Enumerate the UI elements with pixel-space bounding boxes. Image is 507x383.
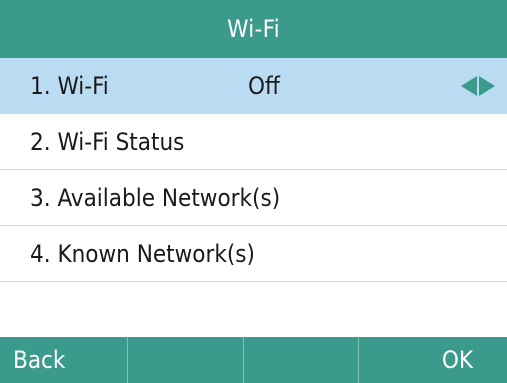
menu-item-available-networks[interactable]: 3. Available Network(s) (0, 170, 507, 226)
menu-item-label: 2. Wi-Fi Status (30, 127, 185, 156)
menu-item-label: 3. Available Network(s) (30, 183, 281, 212)
menu-item-label: 4. Known Network(s) (30, 239, 255, 268)
page-title: Wi-Fi (227, 15, 280, 43)
ok-softkey[interactable]: OK (359, 337, 507, 383)
value-switch[interactable] (461, 58, 495, 114)
softkey-bar: Back OK (0, 337, 507, 383)
softkey-2[interactable] (128, 337, 244, 383)
right-arrow-icon[interactable] (479, 76, 495, 96)
menu-item-label: 1. Wi-Fi (30, 71, 109, 100)
ok-label: OK (441, 346, 473, 374)
menu-item-wifi[interactable]: 1. Wi-Fi Off (0, 58, 507, 114)
back-label: Back (13, 346, 66, 374)
empty-row (0, 282, 507, 338)
menu-item-wifi-status[interactable]: 2. Wi-Fi Status (0, 114, 507, 170)
softkey-3[interactable] (244, 337, 359, 383)
menu-item-known-networks[interactable]: 4. Known Network(s) (0, 226, 507, 282)
phone-screen: Wi-Fi 1. Wi-Fi Off 2. Wi-Fi Status 3. Av… (0, 0, 507, 383)
back-softkey[interactable]: Back (0, 337, 129, 383)
title-bar: Wi-Fi (0, 0, 507, 58)
left-arrow-icon[interactable] (461, 76, 477, 96)
menu-list: 1. Wi-Fi Off 2. Wi-Fi Status 3. Availabl… (0, 58, 507, 338)
wifi-value: Off (248, 72, 280, 100)
